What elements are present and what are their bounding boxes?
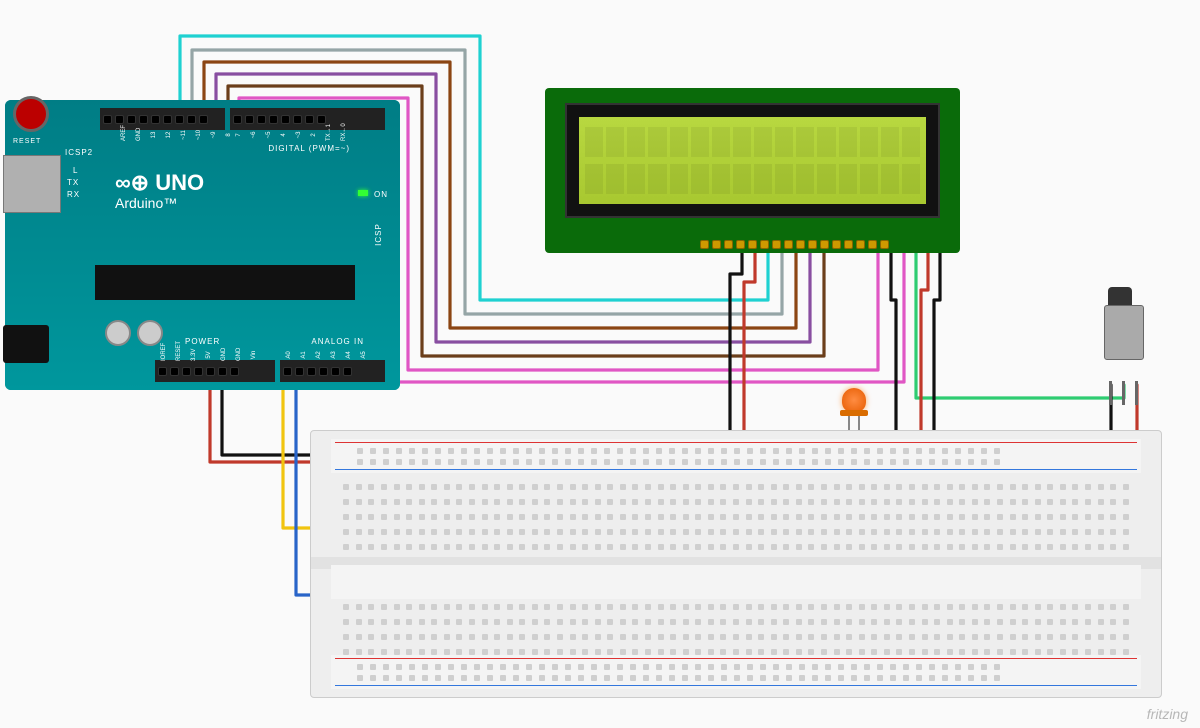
rx-label: RX <box>67 190 80 199</box>
lcd-vss-black <box>934 252 940 440</box>
digital-header-2 <box>230 108 385 130</box>
tx-label: TX <box>67 178 79 187</box>
pin-labels-bot2: A0A1A2A3A4A5 <box>283 352 370 358</box>
digital-label: DIGITAL (PWM=~) <box>268 144 350 153</box>
lcd-16x2 <box>545 88 960 253</box>
analog-label: ANALOG IN <box>311 337 364 346</box>
bb-rail-bottom <box>331 655 1141 689</box>
watermark: fritzing <box>1147 706 1188 722</box>
reset-label: RESET <box>13 138 41 145</box>
lcd-k-black <box>730 252 742 440</box>
pot-wiper-lcd-green <box>916 252 1124 398</box>
barrel-jack <box>3 325 49 363</box>
bb-rail-top <box>331 439 1141 473</box>
usb-port <box>3 155 61 213</box>
bb-grid-upper <box>341 481 1131 553</box>
l-label: L <box>73 166 78 175</box>
led-bulb-icon <box>842 388 866 412</box>
pin-labels-top2: 7~6~54~32TX→1RX←0 <box>233 132 350 138</box>
lcd-screen <box>579 117 926 204</box>
analog-header <box>280 360 385 382</box>
reset-button[interactable] <box>13 96 49 132</box>
pin-labels-bot1: IOREFRESET3.3V5VGNDGNDVin <box>158 352 260 358</box>
lcd-vdd-red <box>921 252 928 448</box>
capacitors <box>105 320 163 346</box>
icsp-label: ICSP <box>374 223 383 246</box>
on-label: ON <box>374 190 388 199</box>
lcd-a-red <box>744 252 755 448</box>
icsp2-label: ICSP2 <box>65 148 93 157</box>
arduino-logo: ∞⊕ UNO <box>115 170 204 196</box>
atmega-chip <box>95 265 355 300</box>
power-led-icon <box>358 190 368 196</box>
pin-labels-top1: AREFGND1312~11~10~98 <box>103 132 235 138</box>
lcd-pins <box>700 240 889 249</box>
potentiometer[interactable] <box>1100 305 1148 385</box>
power-label: POWER <box>185 337 220 346</box>
breadboard <box>310 430 1162 698</box>
arduino-uno-board: RESET AREFGND1312~11~10~98 7~6~54~32TX→1… <box>5 100 400 390</box>
power-header <box>155 360 275 382</box>
digital-header-1 <box>100 108 225 130</box>
arduino-brand: Arduino™ <box>115 195 177 211</box>
bb-rail-mid <box>331 565 1141 599</box>
